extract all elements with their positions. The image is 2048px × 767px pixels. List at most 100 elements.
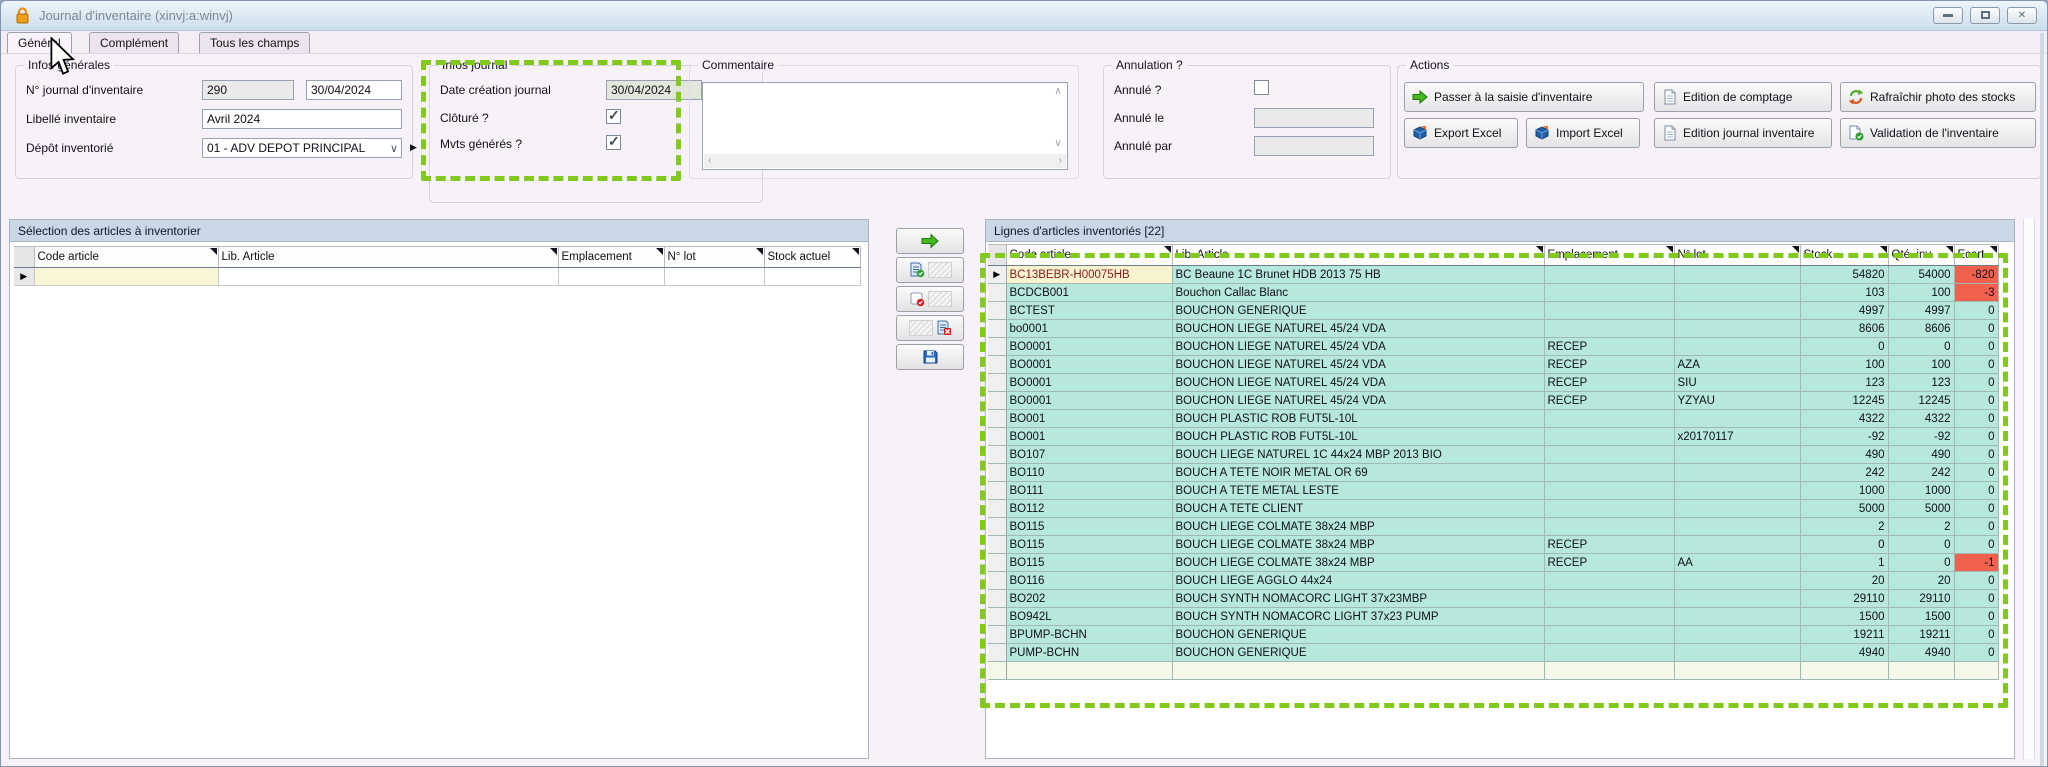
cell-ecart[interactable]: 0 — [1954, 320, 1998, 338]
maximize-button[interactable] — [1970, 7, 2000, 24]
cell-stock[interactable]: 29110 — [1800, 590, 1888, 608]
delete-line-button[interactable] — [896, 315, 964, 341]
column-header[interactable]: Code article — [1006, 245, 1172, 266]
edition-journal-button[interactable]: Edition journal inventaire — [1654, 118, 1832, 148]
cell-ecart[interactable]: 0 — [1954, 392, 1998, 410]
transfer-articles-button[interactable] — [896, 228, 964, 254]
row-selector-icon[interactable] — [988, 464, 1006, 482]
table-row[interactable]: BCDCB001Bouchon Callac Blanc103100-3 — [988, 284, 1998, 302]
journal-date-field[interactable]: 30/04/2024 — [306, 80, 402, 100]
cell-emplacement[interactable] — [1544, 428, 1674, 446]
cell-code-article[interactable]: BO115 — [1006, 554, 1172, 572]
cell[interactable] — [1888, 662, 1954, 680]
cell-lib-article[interactable]: BOUCHON LIEGE NATUREL 45/24 VDA — [1172, 374, 1544, 392]
row-selector-icon[interactable] — [988, 356, 1006, 374]
cell-qte-inv[interactable]: 1500 — [1888, 608, 1954, 626]
cell-code-article[interactable]: BO0001 — [1006, 392, 1172, 410]
table-row[interactable]: BO001BOUCH PLASTIC ROB FUT5L-10L43224322… — [988, 410, 1998, 428]
empty-row[interactable] — [988, 662, 1998, 680]
title-bar[interactable]: Journal d'inventaire (xinvj:a:winvj) ✕ — [1, 1, 2047, 31]
cell-qte-inv[interactable]: 100 — [1888, 284, 1954, 302]
cell-code-article[interactable]: BO115 — [1006, 518, 1172, 536]
cell-qte-inv[interactable]: 490 — [1888, 446, 1954, 464]
cell-no-lot[interactable]: AZA — [1674, 356, 1800, 374]
cell-stock[interactable]: 490 — [1800, 446, 1888, 464]
column-header[interactable]: N° lot — [1674, 245, 1800, 266]
cell-emplacement[interactable] — [1544, 446, 1674, 464]
cell-emplacement[interactable] — [1544, 482, 1674, 500]
cell-code-article[interactable]: BCTEST — [1006, 302, 1172, 320]
cell[interactable] — [1172, 662, 1544, 680]
chevron-down-icon[interactable]: ∨ — [390, 140, 398, 158]
cell-qte-inv[interactable]: 8606 — [1888, 320, 1954, 338]
cell-no-lot[interactable] — [1674, 500, 1800, 518]
scroll-left-icon[interactable]: ‹ — [708, 154, 711, 168]
cell-ecart[interactable]: 0 — [1954, 644, 1998, 662]
cell-emplacement[interactable] — [1544, 284, 1674, 302]
cell-no-lot[interactable] — [1674, 644, 1800, 662]
cell-stock[interactable]: 19211 — [1800, 626, 1888, 644]
cell-code-article[interactable]: BO115 — [1006, 536, 1172, 554]
cell-code-article[interactable]: BO107 — [1006, 446, 1172, 464]
cell-emplacement[interactable]: RECEP — [1544, 392, 1674, 410]
cell-code-article[interactable]: BO110 — [1006, 464, 1172, 482]
cell-no-lot[interactable] — [1674, 266, 1800, 284]
column-header[interactable]: Emplacement — [558, 247, 664, 268]
row-selector-icon[interactable] — [988, 446, 1006, 464]
cell-stock[interactable]: 20 — [1800, 572, 1888, 590]
cell-stock[interactable]: 4997 — [1800, 302, 1888, 320]
minimize-button[interactable] — [1933, 7, 1963, 24]
cell-emplacement[interactable] — [1544, 626, 1674, 644]
cell-ecart[interactable]: 0 — [1954, 410, 1998, 428]
cell-lib-article[interactable]: BOUCHON GENERIQUE — [1172, 626, 1544, 644]
cell-code-article[interactable]: BO111 — [1006, 482, 1172, 500]
cell-stock[interactable]: 2 — [1800, 518, 1888, 536]
table-row[interactable]: PUMP-BCHNBOUCHON GENERIQUE494049400 — [988, 644, 1998, 662]
cell-ecart[interactable]: 0 — [1954, 608, 1998, 626]
cell-stock[interactable]: 1500 — [1800, 608, 1888, 626]
cell-code-article[interactable]: BO202 — [1006, 590, 1172, 608]
cell-no-lot[interactable]: SIU — [1674, 374, 1800, 392]
cell-stock[interactable]: 5000 — [1800, 500, 1888, 518]
cell-stock[interactable]: 1 — [1800, 554, 1888, 572]
scroll-up-icon[interactable]: ∧ — [1051, 85, 1065, 99]
column-header[interactable]: Emplacement — [1544, 245, 1674, 266]
column-header[interactable]: N° lot — [664, 247, 764, 268]
cell-lib-article[interactable]: BOUCH LIEGE COLMATE 38x24 MBP — [1172, 536, 1544, 554]
cell-qte-inv[interactable]: 1000 — [1888, 482, 1954, 500]
row-selector-icon[interactable] — [988, 410, 1006, 428]
cell-qte-inv[interactable]: 0 — [1888, 338, 1954, 356]
cell-lib-article[interactable]: BOUCH PLASTIC ROB FUT5L-10L — [1172, 410, 1544, 428]
cell-stock[interactable]: -92 — [1800, 428, 1888, 446]
row-selector-icon[interactable] — [988, 320, 1006, 338]
table-row[interactable]: BO116BOUCH LIEGE AGGLO 44x2420200 — [988, 572, 1998, 590]
cell-qte-inv[interactable]: -92 — [1888, 428, 1954, 446]
cell-qte-inv[interactable]: 19211 — [1888, 626, 1954, 644]
mvts-checkbox[interactable] — [606, 135, 621, 150]
cell-ecart[interactable]: -820 — [1954, 266, 1998, 284]
row-selector-icon[interactable] — [988, 392, 1006, 410]
cell[interactable] — [1954, 662, 1998, 680]
cell-emplacement[interactable] — [1544, 500, 1674, 518]
cell-lib-article[interactable]: BOUCHON LIEGE NATUREL 45/24 VDA — [1172, 338, 1544, 356]
vertical-scrollbar-track[interactable] — [2023, 219, 2035, 759]
scroll-down-icon[interactable]: ∨ — [1051, 137, 1065, 151]
cell-lib-article[interactable]: Bouchon Callac Blanc — [1172, 284, 1544, 302]
date-creation-field[interactable]: 30/04/2024 — [606, 80, 702, 100]
table-row[interactable]: BO001BOUCH PLASTIC ROB FUT5L-10Lx2017011… — [988, 428, 1998, 446]
column-header[interactable]: Ecart — [1954, 245, 1998, 266]
cell-no-lot[interactable] — [1674, 482, 1800, 500]
cell-no-lot[interactable] — [1674, 464, 1800, 482]
row-selector-icon[interactable] — [988, 482, 1006, 500]
cell-no-lot[interactable] — [1674, 518, 1800, 536]
column-header[interactable]: Qté. inv. — [1888, 245, 1954, 266]
cell-lib-article[interactable]: BOUCHON GENERIQUE — [1172, 644, 1544, 662]
cell-qte-inv[interactable]: 12245 — [1888, 392, 1954, 410]
cell-stock[interactable]: 4940 — [1800, 644, 1888, 662]
cell-emplacement[interactable] — [1544, 266, 1674, 284]
cell-code-article[interactable]: bo0001 — [1006, 320, 1172, 338]
cell-lib-article[interactable]: BOUCH PLASTIC ROB FUT5L-10L — [1172, 428, 1544, 446]
cell-ecart[interactable]: 0 — [1954, 446, 1998, 464]
row-selector-icon[interactable] — [988, 554, 1006, 572]
row-selector-icon[interactable] — [988, 536, 1006, 554]
